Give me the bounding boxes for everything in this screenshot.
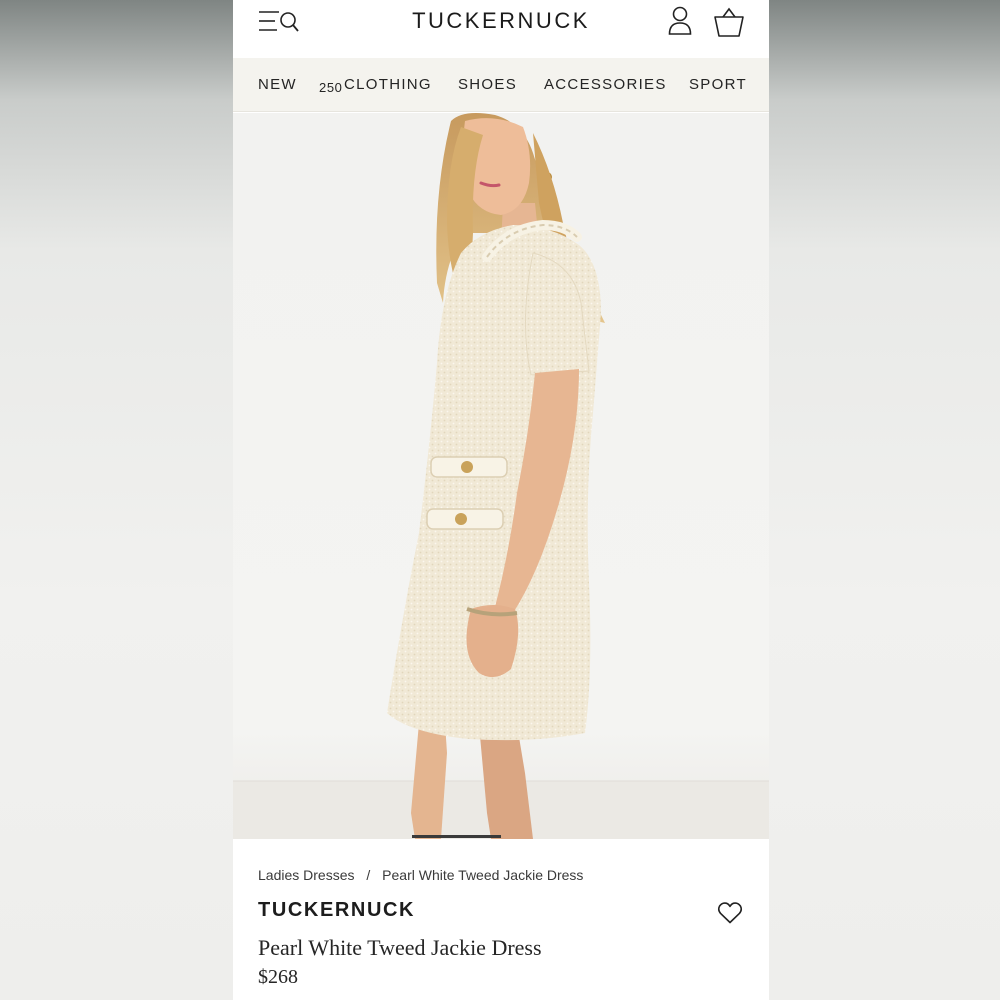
breadcrumb-link-ladies-dresses[interactable]: Ladies Dresses (258, 867, 355, 883)
nav-new-count-badge: 250 (319, 80, 343, 95)
product-image-carousel[interactable] (233, 113, 769, 839)
product-price: $268 (258, 966, 298, 988)
product-title: Pearl White Tweed Jackie Dress (258, 935, 542, 960)
breadcrumb: Ladies Dresses / Pearl White Tweed Jacki… (258, 867, 583, 883)
shopping-bag-icon[interactable] (713, 5, 745, 39)
nav-item-shoes[interactable]: SHOES (458, 76, 517, 93)
category-nav: NEW 250 CLOTHING SHOES ACCESSORIES SPORT (233, 58, 769, 112)
heart-icon[interactable] (717, 901, 743, 925)
top-header: TUCKERNUCK (233, 0, 769, 58)
nav-item-accessories[interactable]: ACCESSORIES (544, 76, 667, 93)
account-icon[interactable] (667, 4, 693, 38)
breadcrumb-current-page[interactable]: Pearl White Tweed Jackie Dress (382, 867, 583, 883)
nav-item-sport[interactable]: SPORT (689, 76, 747, 93)
nav-item-new[interactable]: NEW 250 (258, 76, 342, 95)
product-brand[interactable]: TUCKERNUCK (258, 899, 415, 922)
carousel-active-indicator[interactable] (412, 835, 501, 838)
nav-item-label: NEW (258, 76, 297, 93)
nav-item-clothing[interactable]: CLOTHING (344, 76, 432, 93)
product-info: Ladies Dresses / Pearl White Tweed Jacki… (233, 839, 769, 1000)
product-photo (233, 113, 769, 839)
breadcrumb-separator: / (366, 867, 371, 883)
app-frame: TUCKERNUCK NEW 250 CLOTHING SHOES ACCESS… (233, 0, 769, 1000)
